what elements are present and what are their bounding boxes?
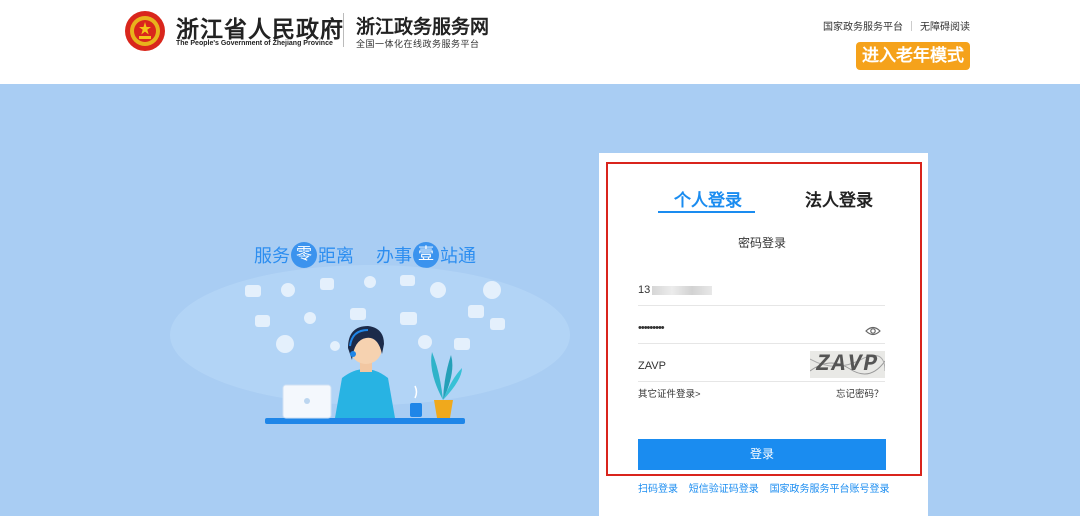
password-value: ••••••••• xyxy=(638,322,665,334)
forgot-password-link[interactable]: 忘记密码？ xyxy=(836,386,884,400)
accessibility-link[interactable]: 无障碍阅读 xyxy=(920,18,970,33)
national-account-login-link[interactable]: 国家政务服务平台账号登录 xyxy=(770,484,890,495)
gov-name-cn: 浙江省人民政府 xyxy=(176,16,344,43)
login-button[interactable]: 登录 xyxy=(638,439,886,470)
other-cert-login-link[interactable]: 其它证件登录> xyxy=(638,386,701,400)
qr-login-link[interactable]: 扫码登录 xyxy=(638,484,678,495)
link-separator xyxy=(911,20,912,31)
phone-value: 13 xyxy=(638,284,651,296)
captcha-value: ZAVP xyxy=(638,360,666,372)
elder-mode-button[interactable]: 进入老年模式 xyxy=(856,42,970,70)
login-mode-title: 密码登录 xyxy=(738,236,787,250)
captcha-image[interactable]: ZAVP xyxy=(810,351,885,378)
captcha-text: ZAVP xyxy=(816,351,880,377)
service-subtitle: 全国一体化在线政务服务平台 xyxy=(356,39,480,49)
highlight-frame xyxy=(606,162,922,476)
site-header: 浙江省人民政府 The People's Government of Zheji… xyxy=(0,0,1080,84)
national-emblem-icon xyxy=(125,11,165,51)
service-name[interactable]: 浙江政务服务网 xyxy=(356,12,489,39)
national-platform-link[interactable]: 国家政务服务平台 xyxy=(823,18,903,33)
sms-login-link[interactable]: 短信验证码登录 xyxy=(689,484,759,495)
alt-login-links: 扫码登录 短信验证码登录 国家政务服务平台账号登录 xyxy=(638,480,898,495)
customer-service-illustration xyxy=(170,265,570,424)
top-links: 国家政务服务平台 无障碍阅读 xyxy=(823,18,970,33)
header-divider xyxy=(343,13,344,47)
phone-field[interactable]: 13 xyxy=(638,284,885,306)
eye-icon[interactable] xyxy=(865,324,881,338)
active-tab-indicator xyxy=(658,211,755,213)
tab-legal-person-login[interactable]: 法人登录 xyxy=(805,186,873,211)
password-field[interactable]: ••••••••• xyxy=(638,322,885,344)
gov-name-en: The People's Government of Zhejiang Prov… xyxy=(176,40,333,47)
tab-personal-login[interactable]: 个人登录 xyxy=(674,186,742,211)
masked-digits xyxy=(652,285,713,295)
